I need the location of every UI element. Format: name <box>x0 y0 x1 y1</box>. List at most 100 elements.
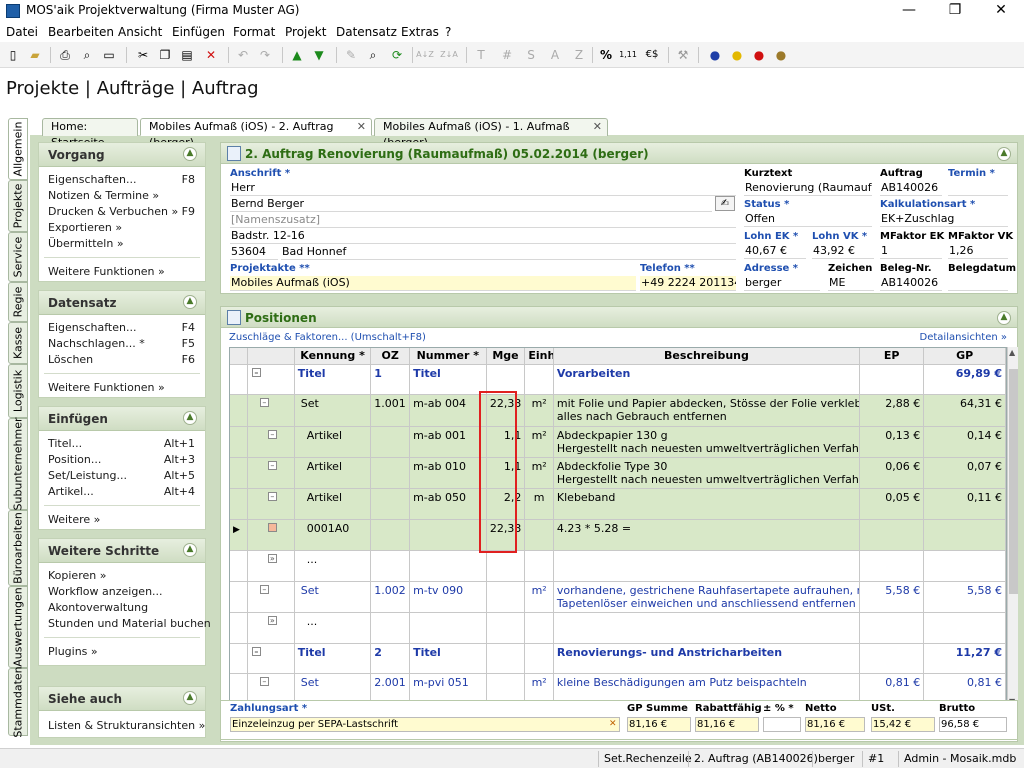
table-row[interactable]: – Artikel m-ab 010 1,1 m² Abdeckfolie Type 30… <box>230 457 1006 489</box>
send-icon[interactable]: ▭ <box>100 46 118 64</box>
side-tab-projekte[interactable]: Projekte <box>8 180 28 232</box>
cell-ep[interactable] <box>859 643 925 674</box>
cell-gp[interactable] <box>923 519 1006 551</box>
header-mge[interactable]: Mge <box>486 348 526 365</box>
side-tab-auswertungen[interactable]: Auswertungen <box>8 586 28 668</box>
move-down-icon[interactable]: ▼ <box>310 46 328 64</box>
link-artikel[interactable]: Artikel... <box>48 485 94 498</box>
collapse-icon[interactable]: – <box>251 646 261 656</box>
cell-beschreibung[interactable]: Vorarbeiten <box>553 364 861 395</box>
side-tab-stammdaten[interactable]: Stammdaten <box>8 666 28 738</box>
link-drucken-verbuchen[interactable]: Drucken & Verbuchen » <box>48 205 178 218</box>
cell-einh[interactable] <box>524 612 554 644</box>
cell-gp[interactable]: 0,14 € <box>923 426 1006 458</box>
collapse-icon[interactable]: ▲ <box>997 311 1011 325</box>
collapse-icon[interactable]: – <box>259 676 269 686</box>
tools-icon[interactable]: ⚒ <box>674 46 692 64</box>
menu-help[interactable]: ? <box>445 25 451 39</box>
collapse-icon[interactable]: – <box>259 584 269 594</box>
edit-icon[interactable]: ✎ <box>342 46 360 64</box>
field-plz[interactable]: 53604 <box>230 245 278 260</box>
collapse-icon[interactable]: – <box>259 397 269 407</box>
refresh-icon[interactable]: ⟳ <box>388 46 406 64</box>
collapse-icon[interactable]: ▲ <box>183 691 197 705</box>
cell-oz[interactable] <box>370 488 411 520</box>
cell-gp[interactable]: 0,07 € <box>923 457 1006 489</box>
cut-icon[interactable]: ✂ <box>134 46 152 64</box>
cell-ep[interactable]: 0,05 € <box>859 488 925 520</box>
cell-ep[interactable]: 0,13 € <box>859 426 925 458</box>
field-rabattfaehig[interactable]: 81,16 € <box>695 717 759 732</box>
cell-nummer[interactable] <box>409 550 487 582</box>
link-weitere-funktionen[interactable]: Weitere Funktionen » <box>48 381 165 394</box>
field-lohn-vk[interactable]: 43,92 € <box>812 244 874 259</box>
cell-nummer[interactable]: m-ab 050 <box>409 488 487 520</box>
tree-cell[interactable]: – <box>247 581 295 613</box>
cell-mge[interactable] <box>486 581 526 613</box>
cell-nummer[interactable]: m-ab 004 <box>409 394 487 427</box>
link-weitere-funktionen[interactable]: Weitere Funktionen » <box>48 265 165 278</box>
header-kennung[interactable]: Kennung * <box>294 348 372 365</box>
collapse-icon[interactable]: ▲ <box>997 147 1011 161</box>
open-folder-icon[interactable]: ▰ <box>26 46 44 64</box>
undo-icon[interactable]: ↶ <box>234 46 252 64</box>
cell-gp[interactable]: 69,89 € <box>923 364 1006 395</box>
tree-cell[interactable]: – <box>247 364 295 395</box>
header-gp[interactable]: GP <box>923 348 1006 365</box>
move-up-icon[interactable]: ▲ <box>288 46 306 64</box>
field-beleg-nr[interactable]: AB140026 <box>880 276 942 291</box>
link-workflow[interactable]: Workflow anzeigen... <box>48 585 163 598</box>
table-row[interactable]: – Titel 1 Titel Vorarbeiten 69,89 € <box>230 364 1006 395</box>
row-selector[interactable] <box>230 394 248 427</box>
side-tab-regie[interactable]: Regie <box>8 282 28 322</box>
field-lohn-ek[interactable]: 40,67 € <box>744 244 806 259</box>
menu-ansicht[interactable]: Ansicht <box>118 25 162 39</box>
field-auftrag[interactable]: AB140026 <box>880 181 942 196</box>
header-oz[interactable]: OZ <box>370 348 411 365</box>
cell-kennung[interactable]: Set <box>294 394 372 427</box>
row-selector[interactable] <box>230 364 248 395</box>
menu-datei[interactable]: Datei <box>6 25 38 39</box>
collapse-icon[interactable]: ▲ <box>183 295 197 309</box>
redo-icon[interactable]: ↷ <box>256 46 274 64</box>
link-weitere[interactable]: Weitere » <box>48 513 100 526</box>
cell-gp[interactable] <box>923 550 1006 582</box>
cell-ep[interactable]: 2,88 € <box>859 394 925 427</box>
cell-nummer[interactable]: m-tv 090 <box>409 581 487 613</box>
close-tab-icon[interactable]: ✕ <box>357 119 366 135</box>
cell-gp[interactable]: 64,31 € <box>923 394 1006 427</box>
delete-icon[interactable]: ✕ <box>202 46 220 64</box>
link-zuschlaege-faktoren[interactable]: Zuschläge & Faktoren... (Umschalt+F8) <box>229 332 426 343</box>
menu-format[interactable]: Format <box>233 25 275 39</box>
text-icon[interactable]: T <box>472 46 490 64</box>
cell-nummer[interactable] <box>409 612 487 644</box>
tree-cell[interactable]: » <box>247 612 295 644</box>
header-nummer[interactable]: Nummer * <box>409 348 487 365</box>
cell-einh[interactable]: m² <box>524 426 554 458</box>
tree-cell[interactable]: – <box>247 457 295 489</box>
cell-beschreibung[interactable] <box>553 550 861 582</box>
cell-kennung[interactable]: Artikel <box>294 488 372 520</box>
cell-kennung[interactable]: ... <box>294 550 372 582</box>
link-nachschlagen[interactable]: Nachschlagen... * <box>48 337 145 350</box>
cell-mge[interactable] <box>486 612 526 644</box>
decimal-icon[interactable]: 1,11 <box>619 46 637 64</box>
tree-cell[interactable]: » <box>247 550 295 582</box>
currency-icon[interactable]: €$ <box>643 46 661 64</box>
cell-gp[interactable]: 11,27 € <box>923 643 1006 674</box>
field-zeichen[interactable]: ME <box>828 276 874 291</box>
header-ep[interactable]: EP <box>859 348 925 365</box>
user-group-icon[interactable]: ● <box>772 46 790 64</box>
collapse-icon[interactable]: – <box>267 460 277 470</box>
user-yellow-icon[interactable]: ● <box>728 46 746 64</box>
cell-kennung[interactable]: Artikel <box>294 426 372 458</box>
cell-beschreibung[interactable]: Abdeckfolie Type 30 Hergestellt nach neue… <box>553 457 861 489</box>
cell-ep[interactable] <box>859 550 925 582</box>
link-exportieren[interactable]: Exportieren » <box>48 221 122 234</box>
scroll-up-icon[interactable]: ▲ <box>1009 348 1015 357</box>
cell-beschreibung[interactable]: 4.23 * 5.28 = <box>553 519 861 551</box>
field-mfaktor-ek[interactable]: 1 <box>880 244 942 259</box>
cell-beschreibung[interactable]: Abdeckpapier 130 g Hergestellt nach neues… <box>553 426 861 458</box>
expand-icon[interactable]: » <box>267 615 277 625</box>
field-mfaktor-vk[interactable]: 1,26 <box>948 244 1008 259</box>
